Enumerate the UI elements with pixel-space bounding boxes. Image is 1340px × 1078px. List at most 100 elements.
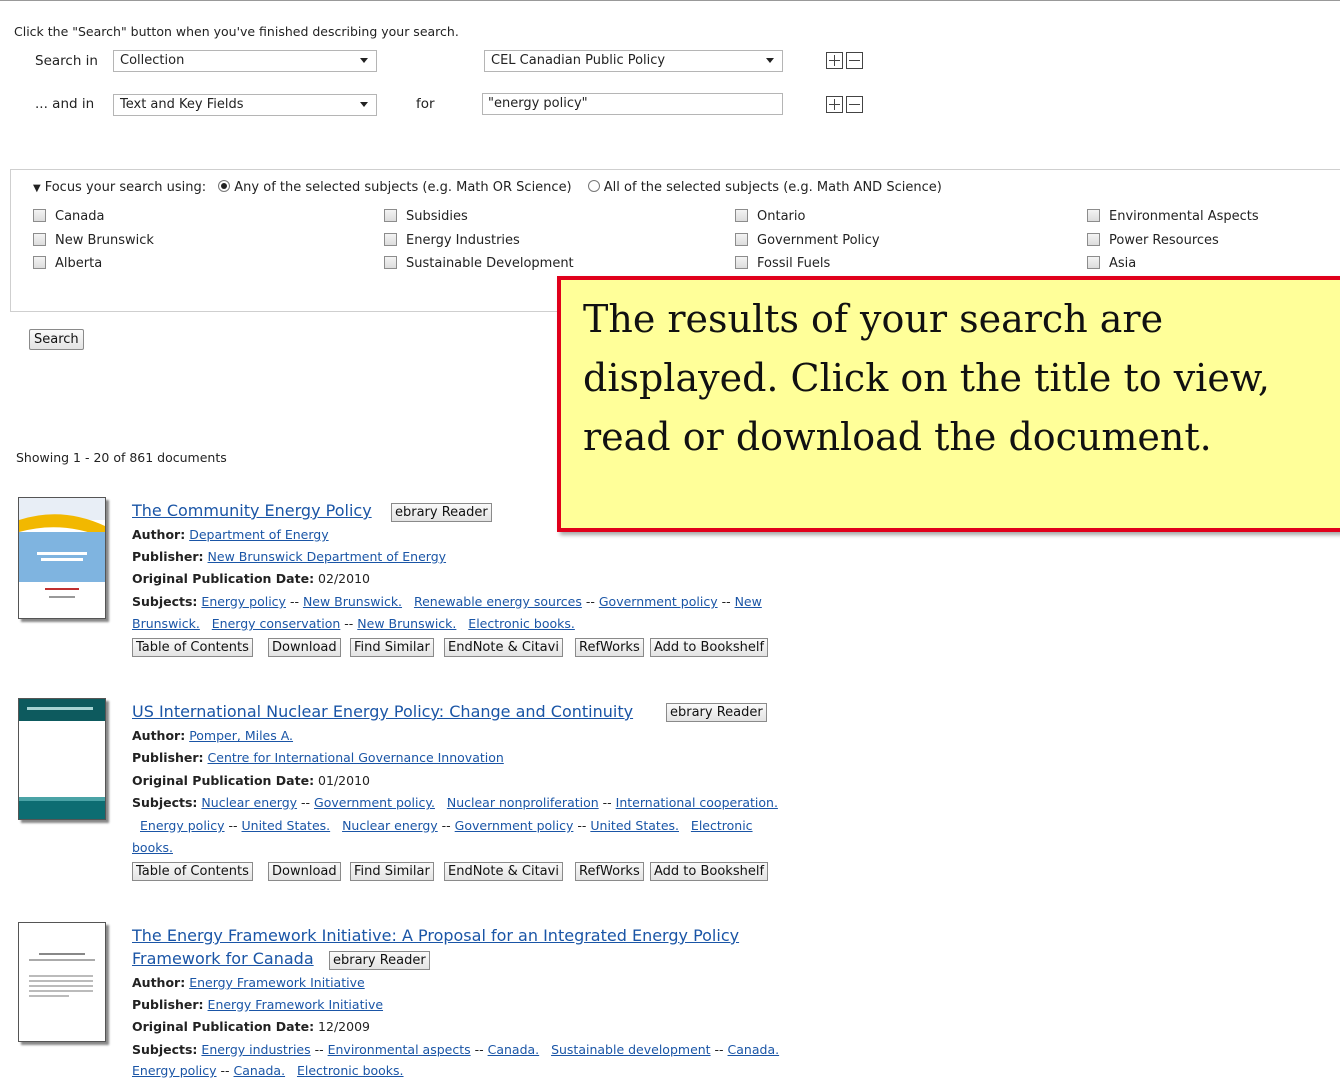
search-instruction: Click the "Search" button when you've fi… [14,24,459,39]
endnote-citavi-button[interactable]: EndNote & Citavi [444,638,563,657]
subject-checkbox-alberta[interactable]: Alberta [33,256,102,271]
download-button[interactable]: Download [268,862,341,881]
subject-checkbox-fossil-fuels[interactable]: Fossil Fuels [735,256,830,271]
checkbox-icon[interactable] [1087,209,1100,222]
checkbox-icon[interactable] [735,209,748,222]
author-link[interactable]: Pomper, Miles A. [189,728,293,743]
subject-link[interactable]: Environmental aspects [328,1042,471,1057]
checkbox-icon[interactable] [384,209,397,222]
add-to-bookshelf-button[interactable]: Add to Bookshelf [650,638,769,657]
subject-link[interactable]: Sustainable development [551,1042,711,1057]
table-of-contents-button[interactable]: Table of Contents [132,638,253,657]
subject-link[interactable]: books. [132,840,173,855]
subject-link[interactable]: United States. [590,818,679,833]
subject-link[interactable]: Canada. [234,1063,286,1078]
subject-link[interactable]: Energy conservation [212,616,341,631]
checkbox-icon[interactable] [1087,233,1100,246]
ebrary-reader-button[interactable]: ebrary Reader [329,951,430,970]
endnote-citavi-button[interactable]: EndNote & Citavi [444,862,563,881]
subject-link[interactable]: International cooperation. [616,795,778,810]
refworks-button[interactable]: RefWorks [575,862,644,881]
subject-link[interactable]: Nuclear nonproliferation [447,795,599,810]
publisher-link[interactable]: Energy Framework Initiative [208,997,383,1012]
subject-link[interactable]: Electronic books. [468,616,575,631]
remove-row-icon[interactable] [846,96,863,113]
download-button[interactable]: Download [268,638,341,657]
search-field-value: Collection [120,53,185,68]
radio-unselected-icon[interactable] [587,180,600,192]
subject-link[interactable]: Energy industries [201,1042,310,1057]
subject-checkbox-ontario[interactable]: Ontario [735,209,805,224]
checkbox-icon[interactable] [1087,256,1100,269]
subject-link[interactable]: Government policy [455,818,574,833]
subject-link[interactable]: Nuclear energy [201,795,297,810]
result-title-link[interactable]: The Energy Framework Initiative: A Propo… [132,926,739,945]
author-link[interactable]: Energy Framework Initiative [189,975,364,990]
add-row-icon[interactable] [826,52,843,69]
find-similar-button[interactable]: Find Similar [350,862,434,881]
subject-link[interactable]: Canada. [488,1042,540,1057]
publisher-link[interactable]: New Brunswick Department of Energy [208,549,447,564]
subject-link[interactable]: New [735,594,762,609]
subject-link[interactable]: Energy policy [201,594,286,609]
checkbox-icon[interactable] [384,233,397,246]
subject-link[interactable]: Brunswick. [132,616,200,631]
search-button[interactable]: Search [29,329,84,350]
subject-checkbox-asia[interactable]: Asia [1087,256,1136,271]
result-title-link[interactable]: US International Nuclear Energy Policy: … [132,702,633,721]
subject-link[interactable]: Electronic [691,818,753,833]
remove-row-icon[interactable] [846,52,863,69]
result-title-link[interactable]: The Community Energy Policy [132,501,372,520]
checkbox-icon[interactable] [33,233,46,246]
subject-checkbox-environmental-aspects[interactable]: Environmental Aspects [1087,209,1259,224]
result-subjects-cont: books. [132,840,173,855]
result-subjects: Subjects: Nuclear energy -- Government p… [132,795,778,810]
focus-options-row: ▼ Focus your search using: Any of the sel… [33,180,942,195]
subject-link[interactable]: Government policy. [314,795,435,810]
ebrary-reader-button[interactable]: ebrary Reader [391,503,492,522]
refworks-button[interactable]: RefWorks [575,638,644,657]
collection-select[interactable]: CEL Canadian Public Policy [484,50,783,72]
search-field-select[interactable]: Collection [113,50,377,72]
radio-selected-icon[interactable] [218,180,231,192]
subject-checkbox-canada[interactable]: Canada [33,209,104,224]
result-thumbnail[interactable] [18,698,106,820]
search-query-input[interactable]: "energy policy" [482,93,783,115]
subject-link[interactable]: New Brunswick. [357,616,456,631]
checkbox-icon[interactable] [33,256,46,269]
result-thumbnail[interactable] [18,922,106,1042]
checkbox-icon[interactable] [735,233,748,246]
radio-any[interactable]: Any of the selected subjects (e.g. Math … [218,180,572,195]
subject-checkbox-subsidies[interactable]: Subsidies [384,209,468,224]
find-similar-button[interactable]: Find Similar [350,638,434,657]
subject-link[interactable]: Nuclear energy [342,818,438,833]
subject-link[interactable]: Electronic books. [297,1063,404,1078]
add-row-icon[interactable] [826,96,843,113]
subject-link[interactable]: Energy policy [132,1063,217,1078]
radio-all[interactable]: All of the selected subjects (e.g. Math … [587,180,942,195]
ebrary-reader-button[interactable]: ebrary Reader [666,703,767,722]
subject-link[interactable]: United States. [242,818,331,833]
result-title-link-cont[interactable]: Framework for Canada [132,949,314,968]
subject-checkbox-sustainable-development[interactable]: Sustainable Development [384,256,574,271]
checkbox-icon[interactable] [384,256,397,269]
subject-checkbox-government-policy[interactable]: Government Policy [735,233,880,248]
table-of-contents-button[interactable]: Table of Contents [132,862,253,881]
collection-value: CEL Canadian Public Policy [491,53,666,68]
collapse-triangle-icon[interactable]: ▼ [33,183,41,194]
add-to-bookshelf-button[interactable]: Add to Bookshelf [650,862,769,881]
publisher-link[interactable]: Centre for International Governance Inno… [208,750,504,765]
subject-link[interactable]: New Brunswick. [303,594,402,609]
result-thumbnail[interactable] [18,497,106,619]
subject-checkbox-power-resources[interactable]: Power Resources [1087,233,1219,248]
subject-checkbox-energy-industries[interactable]: Energy Industries [384,233,520,248]
subject-link[interactable]: Canada. [728,1042,780,1057]
subject-link[interactable]: Government policy [599,594,718,609]
author-link[interactable]: Department of Energy [189,527,328,542]
subject-checkbox-new-brunswick[interactable]: New Brunswick [33,233,154,248]
subject-link[interactable]: Energy policy [140,818,225,833]
checkbox-icon[interactable] [735,256,748,269]
checkbox-icon[interactable] [33,209,46,222]
subject-link[interactable]: Renewable energy sources [414,594,582,609]
and-in-field-select[interactable]: Text and Key Fields [113,94,377,116]
